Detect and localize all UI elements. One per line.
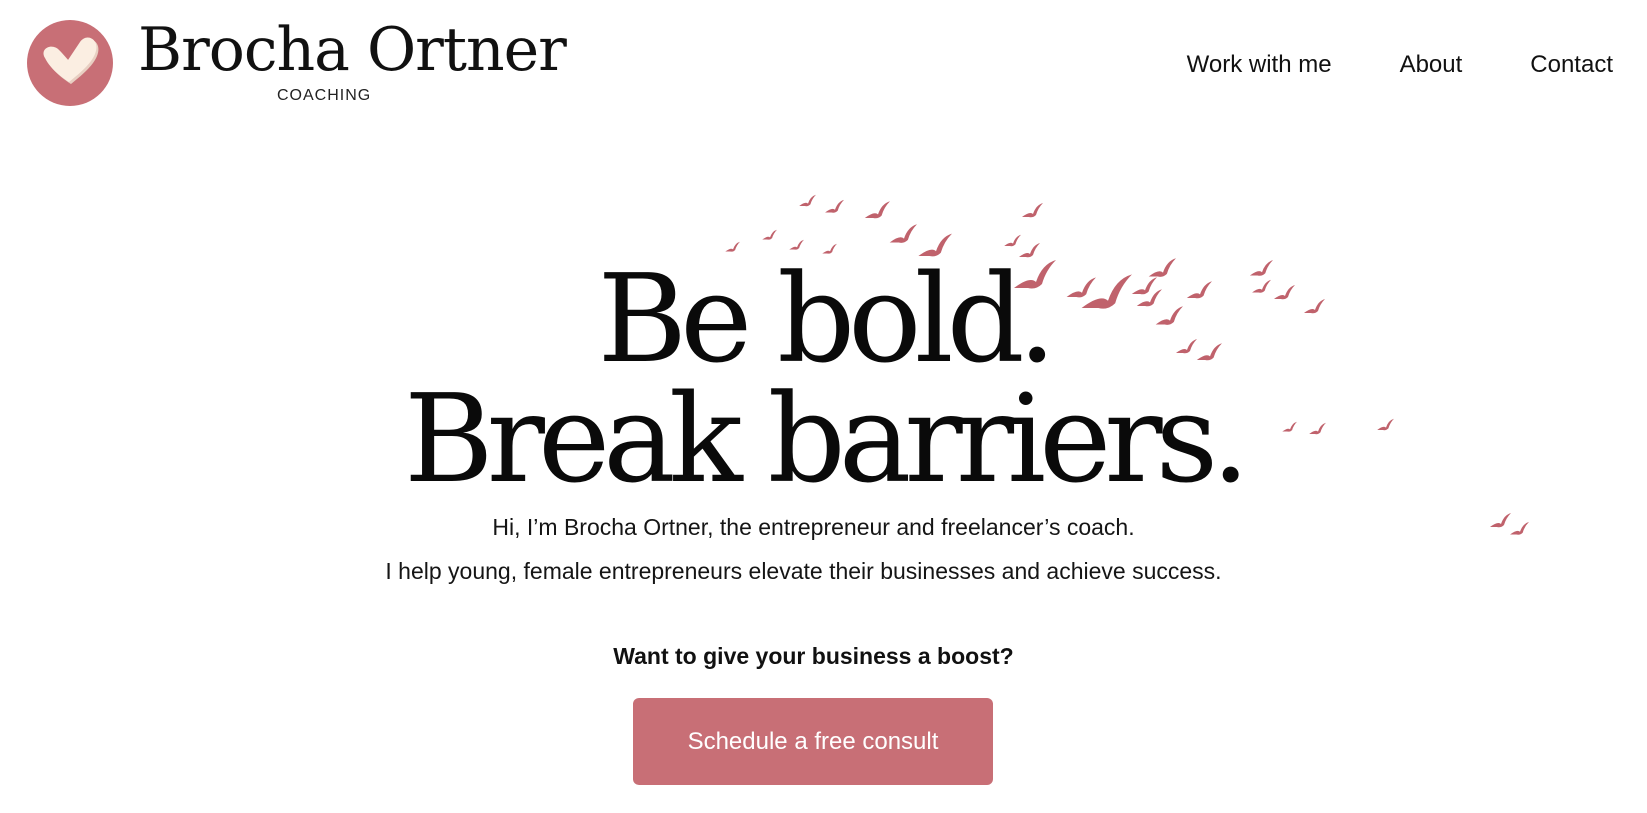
main-nav: Work with me About Contact <box>1187 50 1613 80</box>
headline-line-1: Be bold. <box>597 248 1056 390</box>
nav-link-contact[interactable]: Contact <box>1530 50 1613 80</box>
intro-line-1: Hi, I’m Brocha Ortner, the entrepreneur … <box>492 514 1135 540</box>
headline-line-2: Break barriers. <box>403 368 1250 510</box>
cta-prompt: Want to give your business a boost? <box>613 643 1014 669</box>
nav-link-work-with-me[interactable]: Work with me <box>1187 50 1332 80</box>
brand-name[interactable]: Brocha Ortner <box>138 10 567 90</box>
brand-subtitle: COACHING <box>277 87 372 104</box>
schedule-consult-button[interactable]: Schedule a free consult <box>633 698 993 785</box>
heart-logo-icon[interactable] <box>27 20 113 106</box>
intro-line-2: I help young, female entrepreneurs eleva… <box>385 558 1222 584</box>
page: Brocha Ortner COACHING Work with me Abou… <box>0 0 1647 813</box>
nav-link-about[interactable]: About <box>1400 50 1463 80</box>
